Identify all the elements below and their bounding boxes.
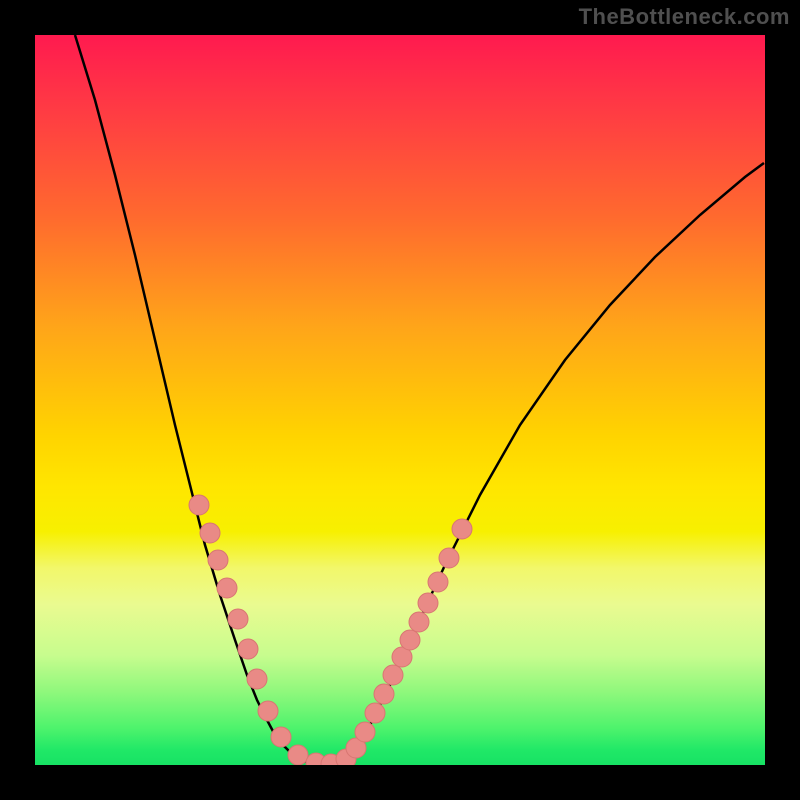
chart-container: TheBottleneck.com bbox=[0, 0, 800, 800]
plot-area bbox=[35, 35, 765, 765]
watermark-text: TheBottleneck.com bbox=[579, 4, 790, 30]
gradient-background bbox=[35, 35, 765, 765]
